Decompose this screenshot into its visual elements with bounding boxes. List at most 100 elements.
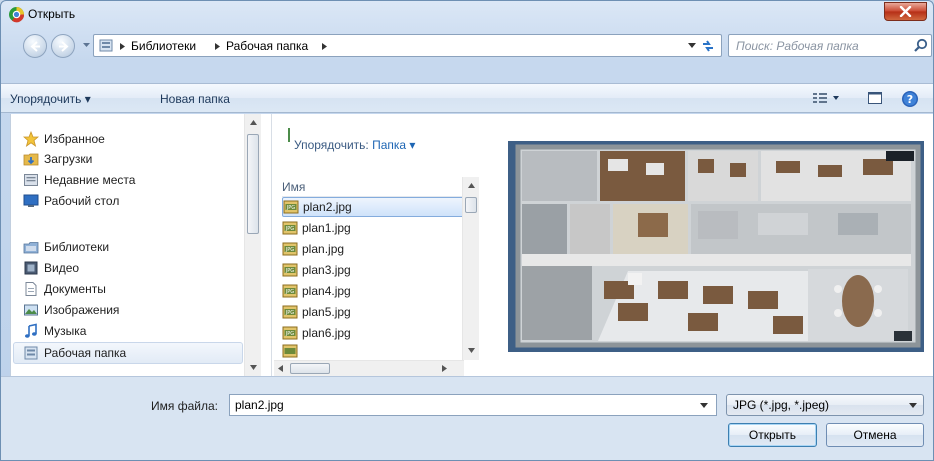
file-item-plan5[interactable]: JPG plan5.jpg [282,302,467,322]
nav-item-pictures[interactable]: Изображения [23,301,119,319]
refresh-icon[interactable] [700,38,716,54]
jpg-file-icon: JPG [282,284,298,298]
scroll-left-icon[interactable] [278,365,283,372]
arrange-value[interactable]: Папка ▾ [372,138,415,152]
file-item-plan6[interactable]: JPG plan6.jpg [282,323,467,343]
nav-item-work-folder[interactable]: Рабочая папка [23,344,126,362]
nav-item-libraries[interactable]: Библиотеки [23,238,109,256]
jpg-file-icon [282,344,298,358]
arrange-by-control[interactable]: Упорядочить: Папка ▾ [294,138,415,152]
organize-menu-button[interactable]: Упорядочить ▾ [10,92,91,106]
file-list-scroll-thumb[interactable] [465,197,477,213]
filetype-value: JPG (*.jpg, *.jpeg) [733,398,830,412]
close-icon [899,6,912,17]
nav-item-label: Рабочий стол [44,194,120,208]
floor-plan-preview-image [508,141,924,352]
file-name: plan2.jpg [303,200,352,214]
nav-item-recent-places[interactable]: Недавние места [23,171,135,189]
file-list-vertical-scrollbar[interactable] [462,177,479,360]
help-icon[interactable]: ? [901,90,919,108]
breadcrumb-work-folder[interactable]: Рабочая папка [226,39,308,53]
file-name: plan4.jpg [302,284,351,298]
content-area: Избранное Загрузки Недавние места Рабочи… [10,114,933,376]
nav-item-video[interactable]: Видео [23,259,79,277]
video-library-icon [24,261,38,275]
svg-text:?: ? [907,93,913,106]
view-options-icon[interactable] [812,90,842,106]
breadcrumb-separator-icon [322,43,327,50]
jpg-file-icon: JPG [282,242,298,256]
recent-locations-dropdown-icon[interactable] [83,43,90,48]
filename-label: Имя файла: [151,399,218,413]
navigation-pane: Избранное Загрузки Недавние места Рабочи… [11,114,261,376]
arrange-label: Упорядочить: [294,138,369,152]
command-toolbar: Упорядочить ▾ Новая папка ? [1,83,933,113]
scroll-up-icon[interactable] [250,120,257,125]
file-item-plan1[interactable]: JPG plan1.jpg [282,218,467,238]
open-button[interactable]: Открыть [728,423,817,447]
app-chrome-icon [9,7,25,23]
nav-item-label: Видео [44,261,80,275]
column-header-name[interactable]: Имя [282,177,462,197]
file-name: plan1.jpg [302,221,351,235]
svg-text:JPG: JPG [285,226,294,232]
file-item-plan3[interactable]: JPG plan3.jpg [282,260,467,280]
pictures-library-icon [24,304,38,316]
nav-item-favorites[interactable]: Избранное [23,130,105,148]
breadcrumb-separator-icon [120,43,125,50]
file-list-horizontal-scrollbar[interactable] [274,360,464,376]
preview-pane [484,114,933,376]
nav-item-desktop[interactable]: Рабочий стол [23,192,119,210]
search-icon[interactable] [913,38,929,54]
documents-library-icon [25,282,37,296]
forward-arrow-icon [59,41,69,52]
scroll-down-icon[interactable] [468,348,475,353]
work-folder-library-icon [24,346,38,360]
svg-text:JPG: JPG [285,310,294,316]
breadcrumb-separator-icon [215,43,220,50]
search-box[interactable]: Поиск: Рабочая папка [728,34,932,57]
nav-item-label: Рабочая папка [44,346,127,360]
libraries-icon [23,242,39,254]
nav-item-documents[interactable]: Документы [23,280,106,298]
nav-item-label: Избранное [44,132,105,146]
filename-input[interactable]: plan2.jpg [229,394,717,416]
file-item-plan4[interactable]: JPG plan4.jpg [282,281,467,301]
nav-item-label: Загрузки [44,152,93,166]
filetype-select[interactable]: JPG (*.jpg, *.jpeg) [726,394,924,416]
file-name: plan6.jpg [302,326,351,340]
scroll-down-icon[interactable] [250,365,257,370]
address-dropdown-icon[interactable] [688,43,696,48]
nav-item-label: Музыка [44,324,87,338]
recent-places-icon [24,174,38,186]
star-icon [23,131,39,147]
back-button[interactable] [23,34,47,58]
nav-item-downloads[interactable]: Загрузки [23,150,92,168]
preview-pane-icon[interactable] [867,90,883,106]
scroll-up-icon[interactable] [468,183,475,188]
scroll-right-icon[interactable] [442,365,447,372]
search-placeholder: Поиск: Рабочая папка [736,39,859,53]
jpg-file-icon: JPG [282,263,298,277]
close-button[interactable] [884,2,927,21]
chevron-down-icon [909,403,917,408]
library-icon [99,39,113,52]
navigation-scrollbar[interactable] [244,114,261,376]
filename-dropdown-icon[interactable] [700,403,708,408]
file-item-plan2[interactable]: JPG plan2.jpg [282,197,467,217]
forward-button[interactable] [51,34,75,58]
nav-item-music[interactable]: Музыка [23,322,86,340]
breadcrumb-libraries[interactable]: Библиотеки [131,39,196,53]
nav-item-label: Изображения [44,303,120,317]
cancel-button[interactable]: Отмена [826,423,924,447]
horizontal-scroll-thumb[interactable] [290,363,330,374]
file-item-partial[interactable] [282,344,467,358]
file-item-plan[interactable]: JPG plan.jpg [282,239,467,259]
navigation-scroll-thumb[interactable] [247,134,259,234]
jpg-file-icon: JPG [283,200,299,214]
file-list-pane: Упорядочить: Папка ▾ Имя JPG plan2.jpg J… [271,114,483,376]
new-folder-button[interactable]: Новая папка [160,92,230,106]
svg-text:JPG: JPG [285,289,294,295]
music-library-icon [25,323,37,338]
address-bar[interactable]: Библиотеки Рабочая папка [93,34,722,57]
